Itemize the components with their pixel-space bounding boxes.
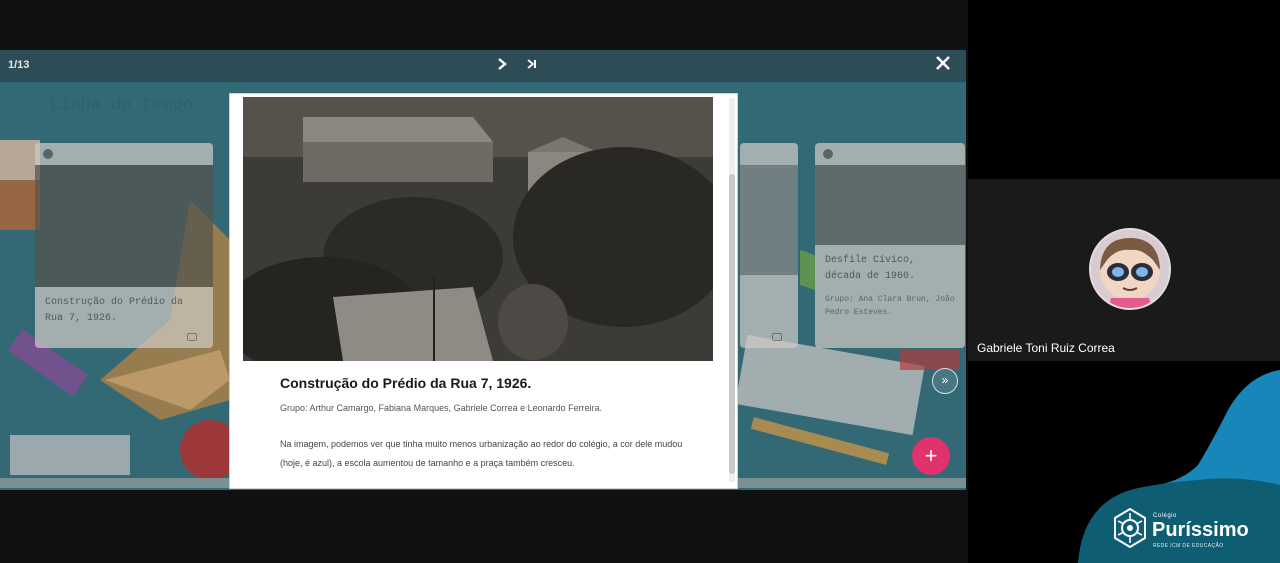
skip-to-end-icon[interactable] bbox=[527, 59, 537, 72]
logo-wordmark: Puríssimo bbox=[1152, 519, 1249, 541]
slide-counter: 1/13 bbox=[8, 59, 30, 71]
card-caption: Desfile Cívico, década de 1960. bbox=[825, 255, 916, 282]
purissimo-logo-icon bbox=[1114, 508, 1146, 548]
post-description: Na imagem, podemos ver que tinha muito m… bbox=[280, 439, 683, 468]
chevron-right-icon[interactable] bbox=[496, 57, 510, 73]
modal-scrollbar-thumb[interactable] bbox=[729, 174, 735, 474]
next-posts-button[interactable]: » bbox=[932, 368, 958, 394]
avatar bbox=[1089, 228, 1171, 310]
close-icon[interactable] bbox=[935, 54, 951, 76]
card-author bbox=[35, 143, 213, 165]
presentation-toolbar bbox=[0, 50, 966, 82]
post-card[interactable]: Desfile Cívico, década de 1960. Grupo: A… bbox=[815, 143, 965, 348]
post-card[interactable]: Construção do Prédio da Rua 7, 1926. bbox=[35, 143, 213, 348]
historic-building-photo bbox=[243, 97, 713, 361]
post-detail-modal: Construção do Prédio da Rua 7, 1926. Gru… bbox=[229, 93, 738, 489]
shared-screen: 1/13 Linha do tempo Construção do Prédio… bbox=[0, 0, 968, 563]
card-image bbox=[35, 165, 213, 287]
card-image bbox=[740, 165, 798, 275]
board-title: Linha do tempo bbox=[50, 96, 193, 115]
comment-icon[interactable] bbox=[187, 333, 197, 341]
add-post-button[interactable]: + bbox=[912, 437, 950, 475]
card-image bbox=[815, 165, 965, 245]
participant-tile[interactable]: Gabriele Toni Ruiz Correa bbox=[968, 179, 1280, 361]
comment-icon[interactable] bbox=[772, 333, 782, 341]
post-card[interactable] bbox=[740, 143, 798, 348]
logo-tagline: REDE ICM DE EDUCAÇÃO bbox=[1153, 543, 1224, 549]
participant-name: Gabriele Toni Ruiz Correa bbox=[977, 341, 1115, 355]
card-caption: Construção do Prédio da Rua 7, 1926. bbox=[45, 297, 184, 324]
post-title: Construção do Prédio da Rua 7, 1926. bbox=[280, 375, 532, 391]
card-author bbox=[815, 143, 965, 165]
post-group: Grupo: Arthur Camargo, Fabiana Marques, … bbox=[280, 403, 603, 413]
card-group: Grupo: Ana Clara Brun, João Pedro Esteve… bbox=[825, 295, 955, 317]
